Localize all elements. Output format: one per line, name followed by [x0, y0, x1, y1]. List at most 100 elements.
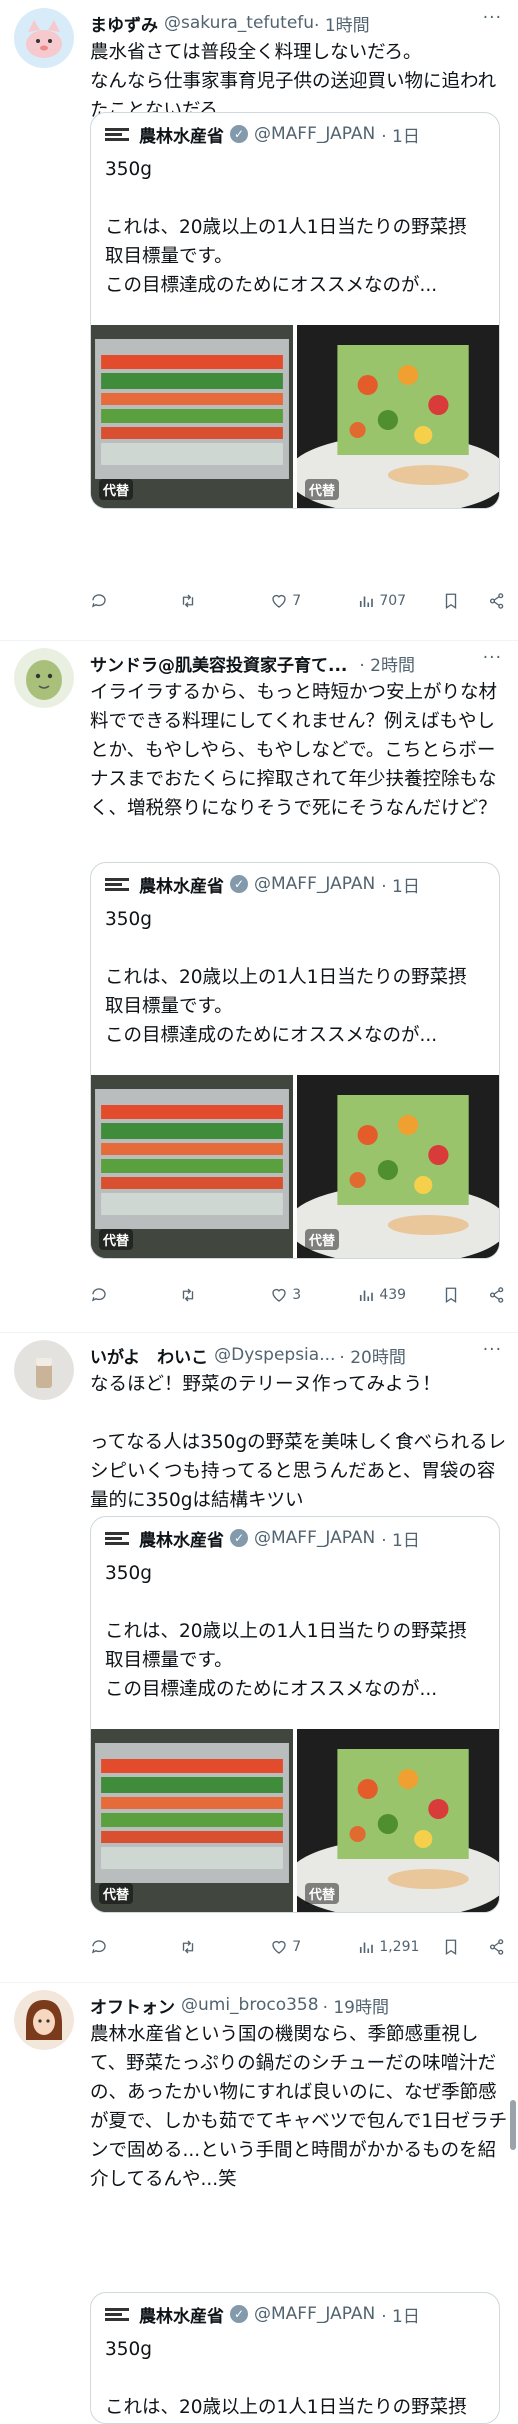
bookmark-icon [446, 1939, 457, 1956]
quoted-header: 農林水産省 ✓ @MAFF_JAPAN · 1日 [91, 2293, 499, 2335]
tweet-header: まゆずみ @sakura_tefutefu · 1時間 [90, 8, 504, 38]
media-image-vegetable-tray[interactable]: 代替 [91, 325, 293, 508]
tweet[interactable]: いがよ わいこ @Dyspepsia... · 20時間 ··· なるほど！野菜… [0, 1332, 518, 1983]
quoted-tweet-card[interactable]: 農林水産省 ✓ @MAFF_JAPAN · 1日 350g これは、20歳以上の… [90, 2292, 500, 2424]
quoted-media: 代替 代替 [91, 1075, 499, 1258]
quoted-handle: @MAFF_JAPAN [254, 2304, 376, 2324]
view-count: 1,291 [379, 1939, 420, 1955]
quoted-media: 代替 代替 [91, 325, 499, 508]
media-badge: 代替 [99, 1229, 134, 1250]
heart-icon [272, 1940, 286, 1954]
quoted-tweet-card[interactable]: 農林水産省 ✓ @MAFF_JAPAN · 1日 350g これは、20歳以上の… [90, 862, 500, 1259]
avatar[interactable] [14, 1990, 74, 2050]
avatar[interactable] [14, 648, 74, 708]
timestamp[interactable]: · 2時間 [359, 651, 415, 676]
tweet[interactable]: サンドラ@肌美容投資家子育て... · 2時間 ··· イライラするから、もっと… [0, 640, 518, 1333]
timestamp[interactable]: · 19時間 [323, 1993, 389, 2018]
quoted-media: 代替 代替 [91, 1729, 499, 1912]
display-name[interactable]: いがよ わいこ [90, 1343, 208, 1368]
media-badge: 代替 [99, 1883, 134, 1904]
display-name[interactable]: オフトォン [90, 1993, 175, 2018]
quoted-time: · 1日 [381, 876, 420, 897]
handle[interactable]: @umi_broco358 [181, 1995, 319, 2015]
like-button[interactable]: 7 [270, 592, 357, 610]
share-button[interactable] [488, 1938, 506, 1956]
reply-icon [91, 594, 106, 608]
media-image-vegetable-tray[interactable]: 代替 [91, 1729, 293, 1912]
reply-icon [91, 1940, 106, 1954]
reply-button[interactable] [90, 1938, 179, 1956]
timestamp[interactable]: · 20時間 [339, 1343, 405, 1368]
quoted-name: 農林水産省 [139, 876, 224, 897]
avatar[interactable] [14, 1340, 74, 1400]
tweet-actions: 3 439 [90, 1282, 506, 1308]
heart-icon [272, 594, 286, 608]
retweet-button[interactable] [179, 1938, 270, 1956]
bookmark-button[interactable] [442, 592, 488, 610]
view-count: 439 [379, 1287, 407, 1303]
quoted-time: · 1日 [381, 1530, 420, 1551]
handle[interactable]: @Dyspepsia... [214, 1345, 335, 1365]
tweet-actions: 7 1,291 [90, 1934, 506, 1960]
display-name[interactable]: まゆずみ [90, 11, 158, 36]
tweet-actions: 7 707 [90, 588, 506, 614]
like-count: 3 [292, 1287, 302, 1303]
quoted-handle: @MAFF_JAPAN [254, 124, 376, 144]
maff-logo-icon [105, 125, 129, 143]
share-icon [489, 1287, 504, 1303]
quoted-time: · 1日 [381, 126, 420, 147]
share-button[interactable] [488, 592, 506, 610]
retweet-button[interactable] [179, 592, 270, 610]
analytics-icon [360, 1290, 374, 1301]
quoted-text: 350g これは、20歳以上の1人1日当たりの野菜摂取目標量です。 この目標達成… [105, 2339, 467, 2418]
quoted-tweet-card[interactable]: 農林水産省 ✓ @MAFF_JAPAN · 1日 350g これは、20歳以上の… [90, 112, 500, 509]
media-image-terrine[interactable]: 代替 [297, 325, 499, 508]
media-image-terrine[interactable]: 代替 [297, 1075, 499, 1258]
tweet-header: オフトォン @umi_broco358 · 19時間 [90, 1990, 504, 2020]
reply-button[interactable] [90, 1286, 179, 1304]
like-count: 7 [292, 1939, 302, 1955]
retweet-icon [182, 594, 194, 608]
like-button[interactable]: 3 [270, 1286, 357, 1304]
display-name[interactable]: サンドラ@肌美容投資家子育て... [90, 651, 347, 676]
bookmark-button[interactable] [442, 1938, 488, 1956]
timestamp[interactable]: · 1時間 [314, 11, 370, 36]
views-button[interactable]: 707 [357, 592, 442, 610]
quoted-name: 農林水産省 [139, 2306, 224, 2327]
media-badge: 代替 [305, 1883, 340, 1904]
bookmark-button[interactable] [442, 1286, 488, 1304]
reply-button[interactable] [90, 592, 179, 610]
handle[interactable]: @sakura_tefutefu [164, 13, 314, 33]
like-button[interactable]: 7 [270, 1938, 357, 1956]
analytics-icon [360, 596, 374, 607]
quoted-name: 農林水産省 [139, 1530, 224, 1551]
views-button[interactable]: 1,291 [357, 1938, 442, 1956]
retweet-button[interactable] [179, 1286, 270, 1304]
scrollbar-thumb[interactable] [510, 2100, 516, 2150]
tweet-header: いがよ わいこ @Dyspepsia... · 20時間 [90, 1340, 504, 1370]
retweet-icon [182, 1940, 194, 1954]
tweet-text: イライラするから、もっと時短かつ安上がりな材料でできる料理にしてくれません？例え… [90, 682, 498, 819]
quoted-text: 350g これは、20歳以上の1人1日当たりの野菜摂取目標量です。 この目標達成… [105, 909, 467, 1046]
quoted-handle: @MAFF_JAPAN [254, 874, 376, 894]
share-icon [489, 1939, 504, 1955]
share-button[interactable] [488, 1286, 506, 1304]
quoted-text: 350g これは、20歳以上の1人1日当たりの野菜摂取目標量です。 この目標達成… [105, 1563, 467, 1700]
tweet[interactable]: まゆずみ @sakura_tefutefu · 1時間 ··· 農水省さては普段… [0, 0, 518, 641]
more-options-icon[interactable]: ··· [483, 1340, 502, 1360]
tweet[interactable]: オフトォン @umi_broco358 · 19時間 農林水産省という国の機関な… [0, 1982, 518, 2424]
avatar[interactable] [14, 8, 74, 68]
media-image-vegetable-tray[interactable]: 代替 [91, 1075, 293, 1258]
more-options-icon[interactable]: ··· [483, 648, 502, 668]
quoted-tweet-card[interactable]: 農林水産省 ✓ @MAFF_JAPAN · 1日 350g これは、20歳以上の… [90, 1516, 500, 1913]
more-options-icon[interactable]: ··· [483, 8, 502, 28]
media-badge: 代替 [305, 479, 340, 500]
like-count: 7 [292, 593, 302, 609]
media-image-terrine[interactable]: 代替 [297, 1729, 499, 1912]
analytics-icon [360, 1942, 374, 1953]
maff-logo-icon [105, 1529, 129, 1547]
views-button[interactable]: 439 [357, 1286, 442, 1304]
quoted-name: 農林水産省 [139, 126, 224, 147]
quoted-header: 農林水産省 ✓ @MAFF_JAPAN · 1日 [91, 113, 499, 155]
maff-logo-icon [105, 875, 129, 893]
